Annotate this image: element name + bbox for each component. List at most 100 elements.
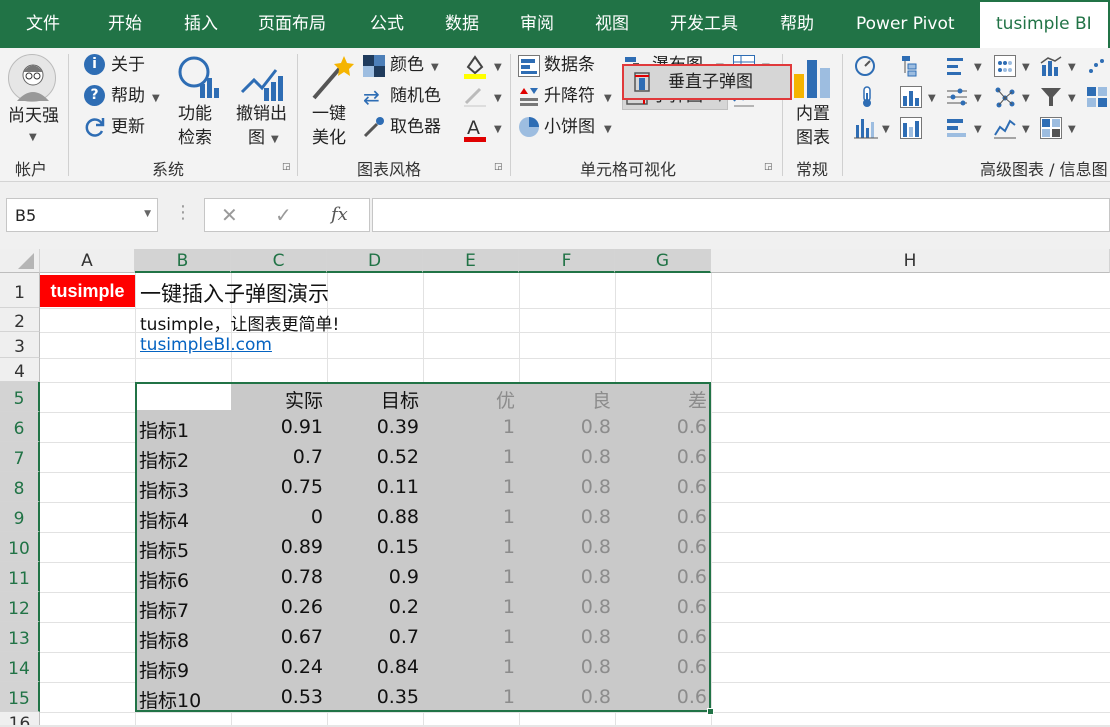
tab-developer[interactable]: 开发工具 [670, 0, 738, 48]
up-down-button[interactable]: 升降符 [544, 88, 595, 105]
cell-fair[interactable]: 0.8 [519, 476, 611, 498]
cell-label[interactable]: 指标4 [139, 506, 231, 533]
data-bar-button[interactable]: 数据条 [544, 57, 595, 74]
cell-good[interactable]: 1 [423, 446, 515, 468]
cell-poor[interactable]: 0.6 [615, 656, 707, 678]
cell-fair[interactable]: 0.8 [519, 686, 611, 708]
column-header-e[interactable]: E [423, 249, 519, 273]
cell-label[interactable]: 指标8 [139, 626, 231, 653]
cell-poor[interactable]: 0.6 [615, 446, 707, 468]
color-button[interactable]: 颜色 [390, 57, 424, 74]
scatter-icon[interactable] [1086, 55, 1108, 77]
row-header-3[interactable]: 3 [0, 332, 40, 358]
row-header-4[interactable]: 4 [0, 358, 40, 382]
cell-poor[interactable]: 0.6 [615, 506, 707, 528]
row-header-12[interactable]: 12 [0, 592, 40, 622]
website-link[interactable]: tusimpleBI.com [140, 335, 272, 355]
cell-fair[interactable]: 0.8 [519, 626, 611, 648]
cell-label[interactable]: 指标10 [139, 686, 231, 713]
cell-fair[interactable]: 0.8 [519, 416, 611, 438]
enter-icon[interactable]: ✓ [275, 203, 292, 227]
cell-label[interactable]: 指标3 [139, 476, 231, 503]
tab-home[interactable]: 开始 [108, 0, 142, 48]
row-header-2[interactable]: 2 [0, 308, 40, 332]
insert-function-icon[interactable]: fx [331, 204, 348, 225]
bar-group-icon[interactable] [854, 117, 878, 139]
cell-actual[interactable]: 0.91 [231, 416, 323, 438]
beautify-button[interactable]: 一键 [312, 106, 346, 123]
tab-review[interactable]: 审阅 [520, 0, 554, 48]
cell-actual[interactable]: 0.24 [231, 656, 323, 678]
combo-chart-icon[interactable] [1040, 55, 1062, 77]
tab-data[interactable]: 数据 [445, 0, 479, 48]
random-color-button[interactable]: 随机色 [390, 88, 441, 105]
cell-fair[interactable]: 0.8 [519, 656, 611, 678]
column-header-h[interactable]: H [711, 249, 1110, 273]
heatmap-icon[interactable] [1040, 117, 1062, 139]
row-header-15[interactable]: 15 [0, 682, 40, 712]
cell-actual[interactable]: 0.75 [231, 476, 323, 498]
row-header-14[interactable]: 14 [0, 652, 40, 682]
dialog-launcher-icon[interactable]: ◲ [282, 162, 291, 172]
cell-fair[interactable]: 0.8 [519, 596, 611, 618]
cell-target[interactable]: 0.2 [327, 596, 419, 618]
cell-poor[interactable]: 0.6 [615, 536, 707, 558]
line-chart-icon[interactable] [994, 117, 1016, 139]
cell-good[interactable]: 1 [423, 656, 515, 678]
cell-good[interactable]: 1 [423, 596, 515, 618]
tab-view[interactable]: 视图 [595, 0, 629, 48]
cell-label[interactable]: 指标1 [139, 416, 231, 443]
cell-actual[interactable]: 0.78 [231, 566, 323, 588]
dialog-launcher-icon[interactable]: ◲ [764, 162, 773, 172]
cell-target[interactable]: 0.35 [327, 686, 419, 708]
cell-label[interactable]: 指标5 [139, 536, 231, 563]
funnel-icon[interactable] [1040, 86, 1062, 108]
tab-insert[interactable]: 插入 [184, 0, 218, 48]
row-header-13[interactable]: 13 [0, 622, 40, 652]
cell-label[interactable]: 指标6 [139, 566, 231, 593]
column-header-g[interactable]: G [615, 249, 711, 273]
column-header-c[interactable]: C [231, 249, 327, 273]
thermometer-icon[interactable] [856, 86, 878, 108]
column-header-a[interactable]: A [40, 249, 135, 273]
network-icon[interactable] [994, 86, 1016, 108]
cell-good[interactable]: 1 [423, 416, 515, 438]
search-feature-button[interactable]: 功能 [178, 106, 212, 123]
row-header-5[interactable]: 5 [0, 382, 40, 412]
column-header-d[interactable]: D [327, 249, 423, 273]
dot-matrix-icon[interactable] [994, 55, 1016, 77]
tab-help[interactable]: 帮助 [780, 0, 814, 48]
cell-target[interactable]: 0.88 [327, 506, 419, 528]
beautify-button-line2[interactable]: 美化 [312, 130, 346, 147]
row-header-1[interactable]: 1 [0, 273, 40, 308]
cell-target[interactable]: 0.9 [327, 566, 419, 588]
gauge-icon[interactable] [854, 55, 876, 77]
undo-chart-button[interactable]: 撤销出 [236, 106, 287, 123]
cell-target[interactable]: 0.84 [327, 656, 419, 678]
cell-good[interactable]: 1 [423, 536, 515, 558]
row-header-8[interactable]: 8 [0, 472, 40, 502]
cell-actual[interactable]: 0.89 [231, 536, 323, 558]
pen-color-icon[interactable] [462, 85, 488, 107]
cell-poor[interactable]: 0.6 [615, 626, 707, 648]
cell-actual[interactable]: 0.53 [231, 686, 323, 708]
cell-fair[interactable]: 0.8 [519, 536, 611, 558]
cell-good[interactable]: 1 [423, 626, 515, 648]
cell-good[interactable]: 1 [423, 506, 515, 528]
fill-handle[interactable] [707, 708, 714, 715]
cell-actual[interactable]: 0.7 [231, 446, 323, 468]
active-cell-b5[interactable] [137, 384, 231, 410]
cell-label[interactable]: 指标9 [139, 656, 231, 683]
cell-fair[interactable]: 0.8 [519, 446, 611, 468]
list-chart-icon[interactable] [946, 55, 968, 77]
cell-poor[interactable]: 0.6 [615, 596, 707, 618]
cell-target[interactable]: 0.39 [327, 416, 419, 438]
tab-page-layout[interactable]: 页面布局 [258, 0, 326, 48]
font-color-icon[interactable]: A [462, 116, 488, 142]
stacked-column-icon[interactable] [900, 117, 922, 139]
hierarchy-icon[interactable] [900, 55, 922, 77]
cell-label[interactable]: 指标2 [139, 446, 231, 473]
help-button[interactable]: 帮助 [111, 88, 145, 105]
name-box[interactable]: B5 ▼ [6, 198, 158, 232]
cell-poor[interactable]: 0.6 [615, 416, 707, 438]
